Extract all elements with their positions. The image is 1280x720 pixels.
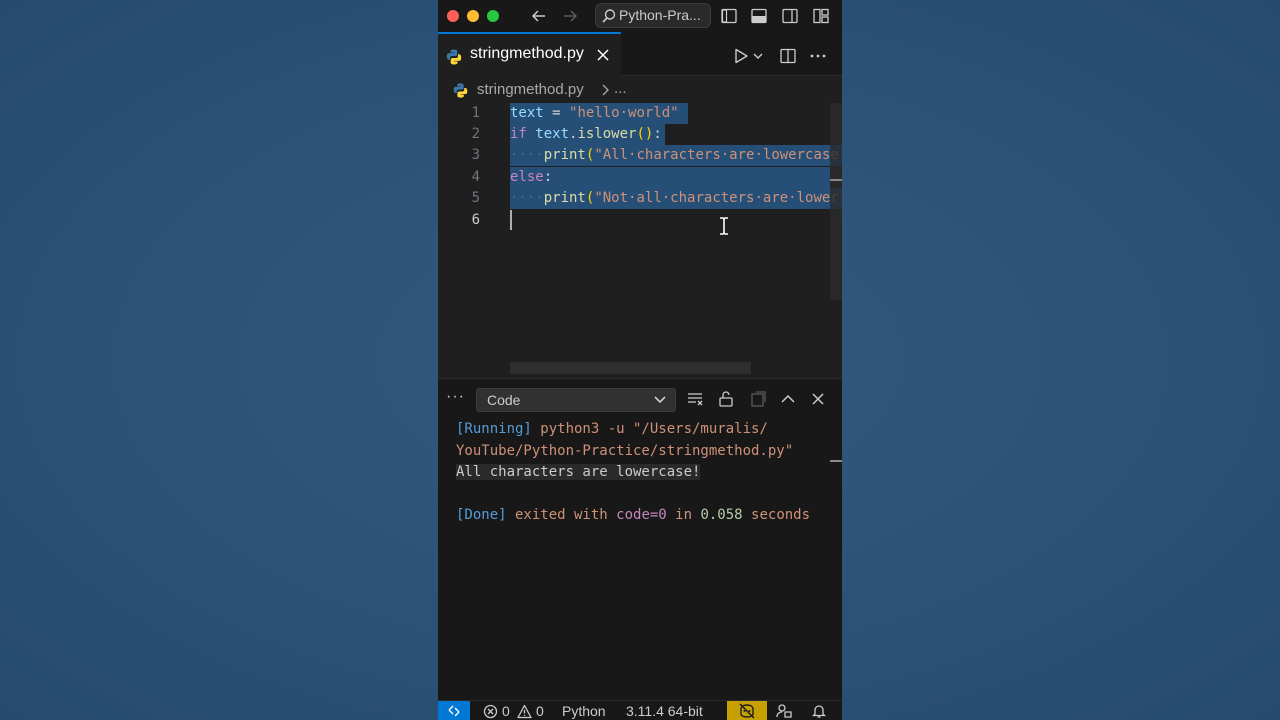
close-icon[interactable] <box>596 48 610 62</box>
output-exit-code: code=0 <box>616 507 667 523</box>
line-number-current: 6 <box>471 212 480 228</box>
breadcrumb: stringmethod.py ... <box>438 78 842 102</box>
toggle-primary-sidebar-icon[interactable] <box>720 7 738 25</box>
command-center-label: Python-Pra... <box>619 7 701 23</box>
remote-icon <box>448 705 460 717</box>
maximize-window-button[interactable] <box>487 10 499 22</box>
code-line-4: else: <box>510 169 553 185</box>
language-mode[interactable]: Python <box>562 703 606 719</box>
output-text[interactable]: [Running] python3 -u "/Users/muralis/ Yo… <box>456 419 810 527</box>
output-overview-mark <box>830 460 842 462</box>
ibeam-cursor-icon <box>720 217 728 235</box>
maximize-panel-icon[interactable] <box>779 390 797 408</box>
warning-icon[interactable] <box>517 704 532 719</box>
output-done-tag: [Done] <box>456 507 507 523</box>
error-icon[interactable] <box>483 704 498 719</box>
line-number: 5 <box>471 190 480 206</box>
minimize-window-button[interactable] <box>467 10 479 22</box>
output-running-path: YouTube/Python-Practice/stringmethod.py" <box>456 442 794 459</box>
code-line-1: text = "hello·world" <box>510 105 679 121</box>
output-seconds: seconds <box>742 507 811 523</box>
feedback-icon[interactable] <box>776 703 792 719</box>
output-result: All characters are lowercase! <box>456 464 701 480</box>
clear-output-icon[interactable] <box>686 390 704 408</box>
search-icon <box>602 9 616 23</box>
output-panel: ··· Code [Running] python3 -u "/Users/mu… <box>438 378 842 700</box>
copilot-status[interactable] <box>727 701 767 720</box>
breadcrumb-file[interactable]: stringmethod.py <box>477 81 584 98</box>
editor-horizontal-scrollbar[interactable] <box>510 362 751 374</box>
notifications-bell-icon[interactable] <box>811 703 827 719</box>
python-file-icon <box>446 49 462 65</box>
line-number: 2 <box>471 126 480 142</box>
vscode-window: Python-Pra... stringmethod.py stringmeth… <box>438 0 842 720</box>
command-center[interactable]: Python-Pra... <box>595 3 711 28</box>
line-number: 3 <box>471 147 480 163</box>
python-file-icon <box>453 83 468 98</box>
code-editor[interactable]: 1 2 3 4 5 6 text = "hello·world" if text… <box>438 103 842 378</box>
output-channel-select[interactable]: Code <box>476 388 676 412</box>
output-running-tag: [Running] <box>456 421 532 437</box>
back-arrow-icon[interactable] <box>530 7 548 25</box>
output-in: in <box>666 507 701 523</box>
line-number: 4 <box>471 169 480 185</box>
toggle-panel-icon[interactable] <box>750 7 768 25</box>
status-bar: 0 0 Python 3.11.4 64-bit <box>438 700 842 720</box>
open-in-editor-icon[interactable] <box>749 390 767 408</box>
tab-stringmethod[interactable]: stringmethod.py <box>438 32 621 76</box>
toggle-secondary-sidebar-icon[interactable] <box>781 7 799 25</box>
lock-scroll-icon[interactable] <box>717 390 735 408</box>
title-bar: Python-Pra... <box>438 0 842 32</box>
remote-indicator[interactable] <box>438 701 470 720</box>
split-editor-icon[interactable] <box>779 47 797 65</box>
error-count[interactable]: 0 <box>502 703 510 719</box>
output-exited-with: exited with <box>506 507 617 523</box>
chevron-right-icon <box>602 84 609 96</box>
breadcrumb-symbols[interactable]: ... <box>614 80 627 97</box>
warning-count[interactable]: 0 <box>536 703 544 719</box>
editor-vertical-scrollbar[interactable] <box>830 103 842 300</box>
forward-arrow-icon[interactable] <box>561 7 579 25</box>
python-interpreter[interactable]: 3.11.4 64-bit <box>626 703 703 719</box>
close-window-button[interactable] <box>447 10 459 22</box>
code-line-2: if text.islower(): <box>510 126 662 142</box>
close-panel-icon[interactable] <box>809 390 827 408</box>
chevron-down-icon[interactable] <box>752 47 764 65</box>
code-line-5: ····print("Not·all·characters·are·lower <box>510 190 839 206</box>
more-actions-icon[interactable] <box>809 47 827 65</box>
customize-layout-icon[interactable] <box>812 7 830 25</box>
line-number: 1 <box>471 105 480 121</box>
output-running-command: python3 -u "/Users/muralis/ <box>531 421 768 437</box>
text-cursor <box>510 210 512 230</box>
editor-tab-bar: stringmethod.py <box>438 32 842 76</box>
panel-more-icon[interactable]: ··· <box>446 388 465 406</box>
output-duration: 0.058 <box>700 507 743 523</box>
chevron-down-icon <box>654 396 666 404</box>
overview-ruler-mark <box>830 179 842 181</box>
code-line-3: ····print("All·characters·are·lowercase <box>510 147 839 163</box>
tab-label: stringmethod.py <box>470 45 584 62</box>
output-channel-value: Code <box>487 392 521 408</box>
run-python-file-icon[interactable] <box>732 47 750 65</box>
copilot-disabled-icon <box>739 703 755 719</box>
selection-line-4 <box>510 167 830 188</box>
